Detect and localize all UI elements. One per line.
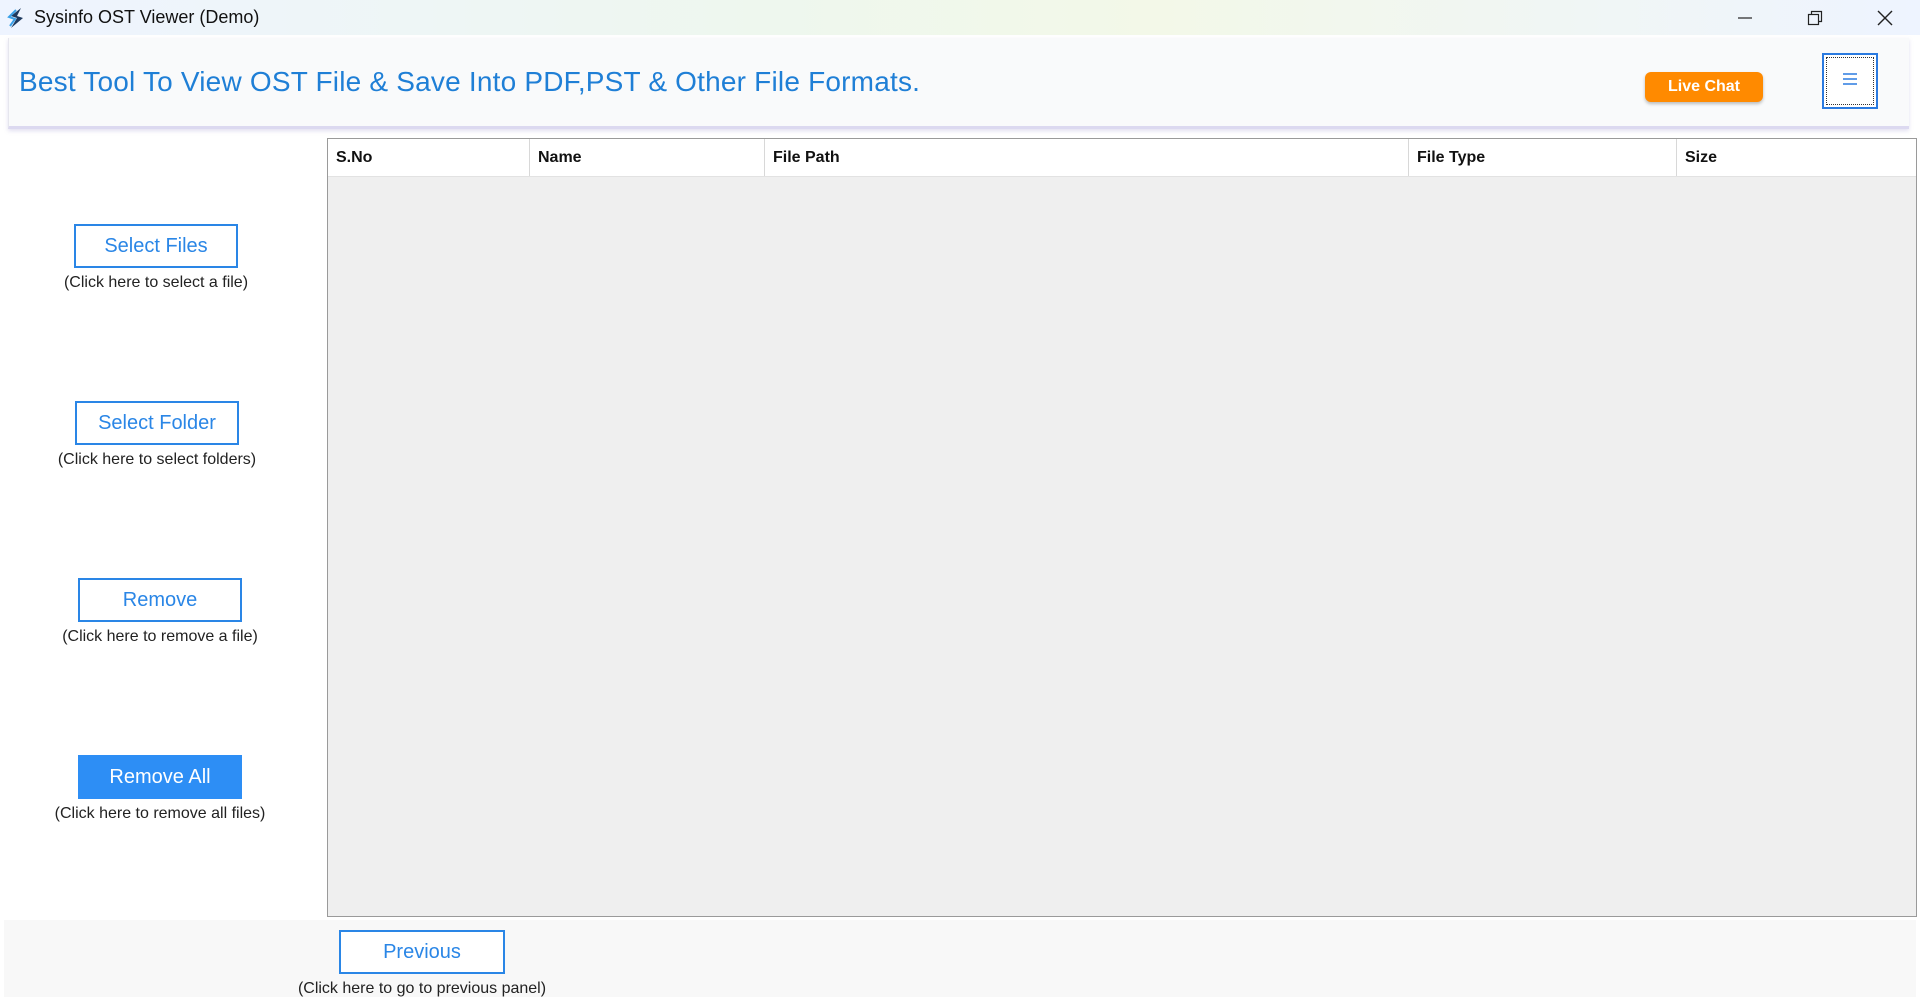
select-files-button[interactable]: Select Files <box>74 224 238 268</box>
header-banner: Best Tool To View OST File & Save Into P… <box>8 38 1909 129</box>
remove-all-hint: (Click here to remove all files) <box>54 805 266 822</box>
column-header-file-type[interactable]: File Type <box>1409 139 1677 176</box>
table-body <box>328 177 1916 917</box>
restore-icon <box>1807 10 1823 26</box>
remove-all-group: Remove All (Click here to remove all fil… <box>50 755 270 823</box>
previous-hint: (Click here to go to previous panel) <box>297 980 547 997</box>
hamburger-menu-icon <box>1842 72 1858 91</box>
select-files-hint: (Click here to select a file) <box>63 274 249 291</box>
window-title: Sysinfo OST Viewer (Demo) <box>34 7 260 27</box>
remove-hint: (Click here to remove a file) <box>62 628 258 645</box>
minimize-button[interactable] <box>1710 0 1780 35</box>
previous-button[interactable]: Previous <box>339 930 505 974</box>
remove-button[interactable]: Remove <box>78 578 242 622</box>
page-title: Best Tool To View OST File & Save Into P… <box>19 66 921 97</box>
close-button[interactable] <box>1850 0 1920 35</box>
left-panel: Select Files (Click here to select a fil… <box>0 138 326 918</box>
column-header-file-path[interactable]: File Path <box>765 139 1409 176</box>
select-folder-hint: (Click here to select folders) <box>57 451 257 468</box>
sysinfo-logo-icon <box>6 7 28 29</box>
column-header-name[interactable]: Name <box>530 139 765 176</box>
bottom-panel: Previous (Click here to go to previous p… <box>4 920 1916 997</box>
live-chat-button[interactable]: Live Chat <box>1645 72 1763 102</box>
menu-button[interactable] <box>1822 53 1878 109</box>
close-icon <box>1877 10 1893 26</box>
minimize-icon <box>1737 10 1753 26</box>
select-folder-button[interactable]: Select Folder <box>75 401 239 445</box>
title-bar: Sysinfo OST Viewer (Demo) <box>0 0 1920 35</box>
column-header-size[interactable]: Size <box>1677 139 1916 176</box>
file-table[interactable]: S.No Name File Path File Type Size <box>327 138 1917 917</box>
column-header-sno[interactable]: S.No <box>328 139 530 176</box>
table-header: S.No Name File Path File Type Size <box>328 139 1916 177</box>
select-files-group: Select Files (Click here to select a fil… <box>56 224 256 292</box>
select-folder-group: Select Folder (Click here to select fold… <box>48 401 266 469</box>
restore-button[interactable] <box>1780 0 1850 35</box>
remove-group: Remove (Click here to remove a file) <box>51 578 269 646</box>
remove-all-button[interactable]: Remove All <box>78 755 242 799</box>
previous-group: Previous (Click here to go to previous p… <box>298 930 546 998</box>
